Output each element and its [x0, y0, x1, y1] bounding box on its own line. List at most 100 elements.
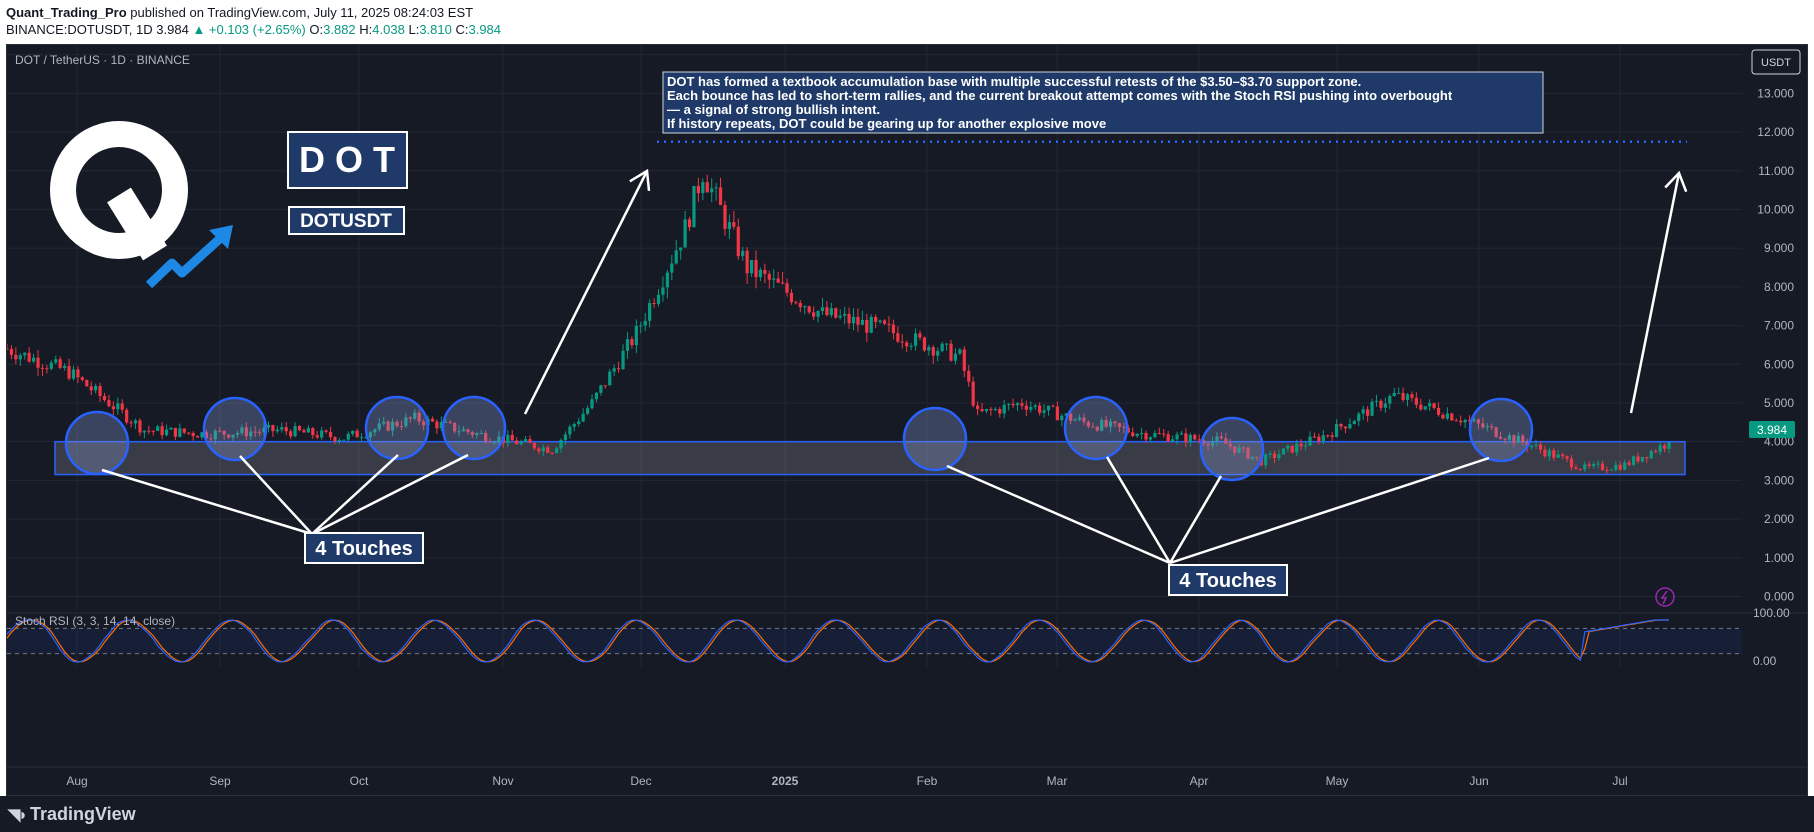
candle-body	[1335, 423, 1339, 437]
candle-body	[878, 320, 882, 322]
price-tick-label: 1.000	[1764, 551, 1794, 565]
candle-body	[266, 425, 271, 428]
candle-body	[1361, 409, 1365, 414]
candle-body	[1543, 449, 1547, 457]
candle-body	[1640, 456, 1645, 462]
time-tick-label: Sep	[209, 774, 231, 788]
candle-body	[1330, 435, 1334, 437]
candle-body	[160, 426, 164, 436]
candle-body	[40, 367, 45, 369]
candle-body	[1569, 458, 1574, 468]
candle-body	[1631, 456, 1636, 465]
candle-body	[922, 337, 927, 351]
candle-body	[936, 351, 940, 356]
candle-body	[302, 430, 306, 433]
candle-body	[825, 307, 829, 316]
candle-body	[546, 447, 550, 453]
high-value: 4.038	[372, 22, 405, 37]
candle-body	[142, 430, 146, 433]
candle-body	[1428, 403, 1432, 407]
candle-body	[1153, 433, 1157, 438]
candle-body	[781, 282, 785, 284]
candle-body	[1348, 424, 1352, 429]
touch-circle	[202, 396, 268, 462]
candle-body	[718, 187, 723, 205]
candle-body	[741, 250, 745, 257]
candle-body	[1388, 396, 1392, 404]
candle-body	[523, 439, 528, 442]
candle-body	[829, 308, 833, 316]
candle-body	[665, 272, 669, 288]
touch-circle	[441, 395, 507, 461]
candle-body	[803, 306, 807, 308]
candle-body	[745, 250, 749, 274]
candle-body	[1024, 405, 1028, 410]
touches-label-left-text: 4 Touches	[315, 538, 412, 560]
price-tick-label: 11.000	[1758, 164, 1794, 178]
candle-body	[1450, 413, 1454, 421]
candle-body	[772, 278, 776, 280]
candle-body	[1179, 433, 1184, 435]
candle-body	[107, 400, 111, 407]
candle-body	[85, 379, 89, 387]
candle-body	[1618, 464, 1622, 470]
price-tick-label: 6.000	[1764, 357, 1794, 371]
time-tick-label: Jul	[1612, 774, 1627, 788]
candle-body	[621, 350, 625, 370]
candle-body	[851, 316, 856, 324]
candle-body	[1188, 434, 1192, 443]
candle-body	[14, 354, 18, 360]
price-axis: 14.00013.00012.00011.00010.0009.0008.000…	[1757, 48, 1794, 604]
candle-body	[1583, 464, 1587, 470]
candle-body	[1530, 445, 1534, 448]
candle-body	[723, 204, 727, 229]
candle-body	[927, 347, 931, 351]
candle-body	[971, 381, 975, 406]
tradingview-logo[interactable]: ◥◗ TradingView	[8, 804, 136, 825]
candle-body	[1397, 392, 1401, 394]
candle-body	[931, 347, 935, 356]
candle-body	[138, 420, 142, 433]
touch-circle	[902, 406, 968, 472]
candle-body	[1405, 394, 1410, 400]
candle-body	[1295, 443, 1299, 453]
candle-body	[116, 403, 120, 410]
candle-body	[71, 369, 76, 379]
candle-body	[554, 448, 559, 454]
candle-body	[1268, 453, 1272, 455]
candle-body	[1534, 444, 1538, 446]
candle-body	[1193, 434, 1197, 440]
osc-tick-100: 100.00	[1753, 606, 1790, 620]
low-value: 3.810	[419, 22, 452, 37]
candle-body	[351, 430, 355, 434]
candle-body	[430, 418, 435, 422]
candle-body	[630, 339, 634, 346]
candle-body	[156, 426, 160, 431]
candle-body	[856, 316, 860, 325]
candle-body	[1042, 410, 1046, 413]
price-chart[interactable]: 14.00013.00012.00011.00010.0009.0008.000…	[5, 45, 1807, 795]
candle-body	[692, 185, 696, 228]
candle-body	[187, 432, 191, 434]
candle-body	[683, 219, 687, 248]
candle-body	[1609, 469, 1613, 471]
candle-body	[656, 294, 661, 304]
currency-button-label[interactable]: USDT	[1761, 57, 1791, 69]
candle-body	[701, 182, 705, 194]
candle-body	[54, 359, 58, 363]
ticker-box-text: D O T	[299, 139, 395, 180]
candle-body	[617, 368, 621, 370]
candle-body	[1614, 464, 1618, 470]
touch-circle	[364, 395, 430, 461]
lightning-icon[interactable]	[1655, 587, 1675, 607]
candle-body	[1312, 436, 1317, 438]
oscillator-label: Stoch RSI (3, 3, 14, 14, close)	[15, 614, 175, 628]
candle-body	[940, 343, 944, 352]
touch-circle	[64, 410, 130, 476]
chart-panel[interactable]: 14.00013.00012.00011.00010.0009.0008.000…	[5, 44, 1808, 796]
analysis-note-line: DOT has formed a textbook accumulation b…	[667, 74, 1361, 89]
candle-body	[838, 315, 842, 318]
candle-body	[1383, 403, 1387, 408]
candle-body	[958, 349, 962, 354]
author-name[interactable]: Quant_Trading_Pro	[6, 5, 127, 20]
